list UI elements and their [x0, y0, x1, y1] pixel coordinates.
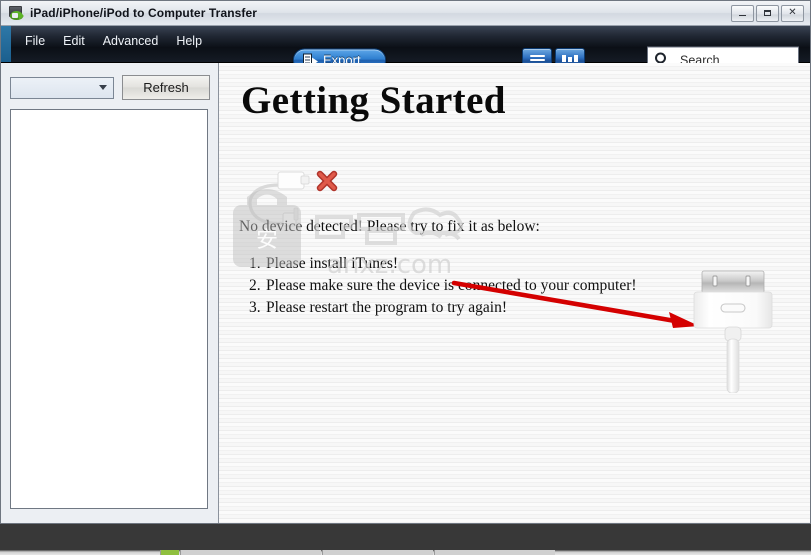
step-number: 3.: [249, 299, 261, 316]
status-message: No device detected! Please try to fix it…: [239, 218, 540, 235]
minimize-button[interactable]: [731, 4, 754, 22]
window-body: Refresh Getting Started No device detect…: [1, 63, 810, 523]
page-title: Getting Started: [241, 79, 506, 122]
list-item: 1. Please install iTunes!: [249, 253, 637, 275]
device-content-list[interactable]: [10, 109, 208, 509]
toolbar: File Edit Advanced Help Export: [1, 26, 811, 74]
transfer-device-icon: [8, 5, 24, 21]
close-button[interactable]: ✕: [781, 4, 804, 22]
step-number: 2.: [249, 277, 261, 294]
maximize-button[interactable]: [756, 4, 779, 22]
step-number: 1.: [249, 255, 261, 272]
taskbar-peek: [0, 550, 811, 555]
red-x-icon: [316, 170, 338, 192]
window-title: iPad/iPhone/iPod to Computer Transfer: [30, 6, 258, 20]
main-content: Getting Started No device detected! Plea…: [219, 63, 810, 523]
main-window: iPad/iPhone/iPod to Computer Transfer ✕ …: [0, 0, 811, 524]
menu-bar: File Edit Advanced Help: [25, 34, 202, 48]
menu-item-help[interactable]: Help: [176, 34, 202, 48]
dock-connector-icon: [688, 268, 780, 394]
menu-item-file[interactable]: File: [25, 34, 45, 48]
window-controls: ✕: [731, 4, 804, 22]
chevron-down-icon: [99, 85, 107, 90]
refresh-button[interactable]: Refresh: [122, 75, 210, 100]
menu-item-edit[interactable]: Edit: [63, 34, 85, 48]
sidebar-toolbar: Refresh: [1, 63, 218, 100]
red-arrow-icon: [449, 278, 709, 338]
application-window: iPad/iPhone/iPod to Computer Transfer ✕ …: [0, 0, 811, 555]
menu-item-advanced[interactable]: Advanced: [103, 34, 159, 48]
device-select[interactable]: [10, 76, 114, 99]
desktop-background: [0, 524, 811, 555]
step-text: Please install iTunes!: [266, 255, 399, 272]
sidebar: Refresh: [1, 63, 219, 523]
title-bar: iPad/iPhone/iPod to Computer Transfer ✕: [1, 1, 810, 26]
